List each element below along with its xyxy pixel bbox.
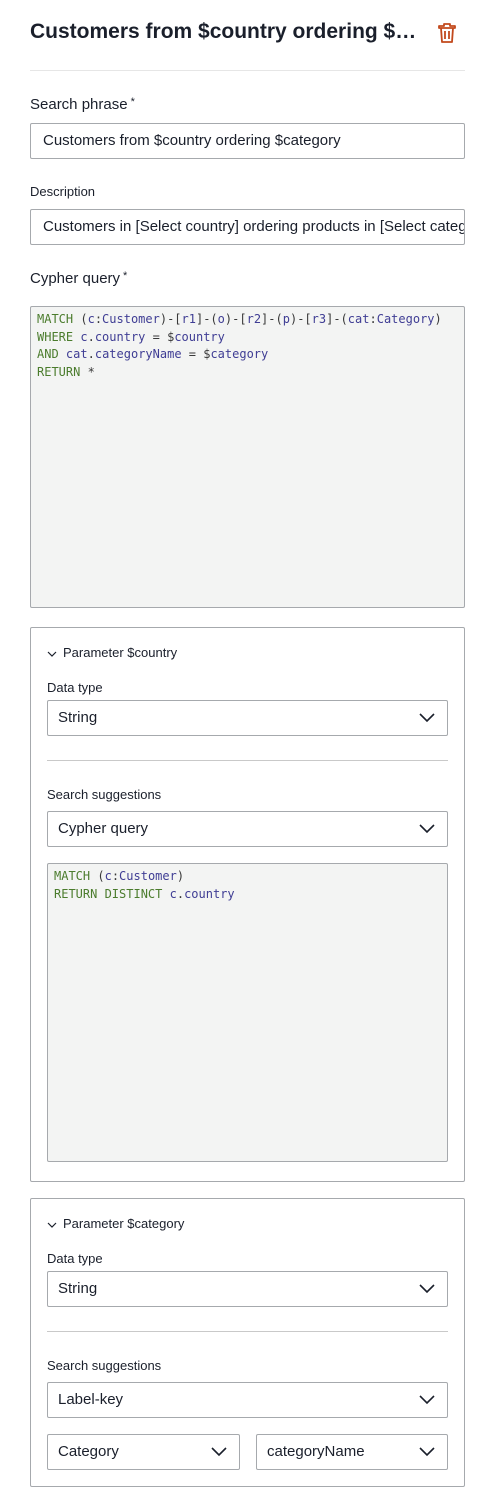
code-token: country bbox=[184, 886, 235, 901]
data-type-label: Data type bbox=[47, 1251, 103, 1266]
code-line: RETURN DISTINCT c.country bbox=[54, 886, 441, 904]
label-select[interactable]: Category bbox=[47, 1434, 240, 1470]
chevron-down-icon bbox=[419, 1447, 435, 1457]
divider bbox=[47, 1331, 448, 1332]
page-title: Customers from $country ordering $catego… bbox=[30, 20, 425, 43]
key-value: categoryName bbox=[267, 1443, 365, 1460]
code-token: = $ bbox=[181, 347, 211, 361]
code-token: cat bbox=[65, 347, 88, 361]
description-label: Description bbox=[30, 184, 96, 199]
code-token: ]-( bbox=[261, 312, 283, 326]
parameter-category-toggle[interactable]: Parameter $category bbox=[47, 1216, 184, 1231]
code-token: Customer bbox=[119, 869, 177, 883]
description-input[interactable]: Customers in [Select country] ordering p… bbox=[30, 209, 465, 245]
divider bbox=[47, 760, 448, 761]
data-type-select[interactable]: String bbox=[47, 700, 448, 736]
data-type-value: String bbox=[58, 709, 98, 726]
page-header: Customers from $country ordering $catego… bbox=[30, 14, 465, 71]
label-value: Category bbox=[58, 1443, 119, 1460]
code-line: MATCH (c:Customer)-[r1]-(o)-[r2]-(p)-[r3… bbox=[37, 311, 458, 329]
chevron-down-icon bbox=[419, 1395, 435, 1405]
code-token: c bbox=[87, 312, 95, 326]
search-suggestions-select[interactable]: Label-key bbox=[47, 1382, 448, 1418]
code-token: cat bbox=[347, 312, 370, 326]
code-token: ) bbox=[434, 312, 442, 326]
chevron-down-icon bbox=[419, 1284, 435, 1294]
search-phrase-label-text: Search phrase bbox=[30, 96, 128, 113]
search-suggestions-select[interactable]: Cypher query bbox=[47, 811, 448, 847]
code-token: )-[ bbox=[289, 312, 312, 326]
code-line: MATCH (c:Customer) bbox=[54, 868, 441, 886]
data-type-select[interactable]: String bbox=[47, 1271, 448, 1307]
code-token: . bbox=[176, 886, 185, 901]
code-token: )-[ bbox=[224, 312, 247, 326]
required-mark: * bbox=[123, 270, 128, 282]
code-token: c bbox=[104, 869, 112, 883]
search-phrase-label: Search phrase * bbox=[30, 96, 135, 113]
chevron-down-icon bbox=[47, 1222, 57, 1228]
code-token: Customer bbox=[102, 312, 160, 326]
code-token: MATCH bbox=[37, 312, 74, 326]
code-token: = $ bbox=[145, 329, 175, 344]
code-token: : bbox=[111, 869, 120, 883]
code-token: MATCH bbox=[54, 869, 91, 883]
code-token: AND bbox=[37, 347, 59, 361]
code-token: . bbox=[87, 329, 95, 344]
code-token: c bbox=[80, 329, 88, 344]
chevron-down-icon bbox=[419, 713, 435, 723]
cypher-query-label: Cypher query * bbox=[30, 270, 127, 287]
code-token: ) bbox=[176, 869, 185, 883]
data-type-label: Data type bbox=[47, 680, 103, 695]
code-token: ( bbox=[73, 312, 88, 326]
search-suggestions-value: Label-key bbox=[58, 1391, 124, 1408]
parameter-country-panel: Parameter $country Data type String Sear… bbox=[30, 627, 465, 1182]
code-token: ]-( bbox=[195, 312, 218, 326]
code-token: RETURN bbox=[37, 364, 81, 379]
code-token: * bbox=[80, 364, 95, 379]
search-suggestions-label: Search suggestions bbox=[47, 1358, 162, 1373]
code-token: : bbox=[94, 312, 103, 326]
code-token: . bbox=[87, 347, 95, 361]
chevron-down-icon bbox=[47, 651, 57, 657]
parameter-category-panel: Parameter $category Data type String Sea… bbox=[30, 1198, 465, 1487]
code-token: WHERE bbox=[37, 329, 74, 344]
suggestions-cypher-editor[interactable]: MATCH (c:Customer) RETURN DISTINCT c.coun… bbox=[47, 863, 448, 1162]
parameter-country-toggle[interactable]: Parameter $country bbox=[47, 645, 177, 660]
code-token: ( bbox=[90, 869, 105, 883]
chevron-down-icon bbox=[211, 1447, 227, 1457]
search-suggestions-value: Cypher query bbox=[58, 820, 149, 837]
code-token: )-[ bbox=[159, 312, 182, 326]
code-token: p bbox=[282, 312, 290, 326]
search-suggestions-label: Search suggestions bbox=[47, 787, 162, 802]
code-token: country bbox=[94, 329, 146, 344]
chevron-down-icon bbox=[419, 824, 435, 834]
parameter-category-title: Parameter $category bbox=[63, 1216, 185, 1231]
code-token: categoryName bbox=[94, 347, 182, 361]
code-token: ]-( bbox=[326, 312, 348, 326]
code-token: o bbox=[217, 312, 225, 326]
code-line: WHERE c.country = $country bbox=[37, 329, 458, 347]
code-token: r3 bbox=[311, 312, 327, 326]
code-token: r2 bbox=[246, 312, 262, 326]
code-token: Category bbox=[376, 312, 435, 326]
code-token: RETURN DISTINCT bbox=[54, 886, 163, 901]
data-type-value: String bbox=[58, 1280, 98, 1297]
code-token: : bbox=[369, 312, 377, 326]
code-line: RETURN * bbox=[37, 364, 458, 382]
code-token: r1 bbox=[181, 312, 196, 326]
cypher-query-label-text: Cypher query bbox=[30, 270, 121, 287]
key-select[interactable]: categoryName bbox=[256, 1434, 448, 1470]
code-line: AND cat.categoryName = $category bbox=[37, 346, 458, 364]
trash-icon[interactable] bbox=[437, 22, 457, 44]
required-mark: * bbox=[130, 96, 135, 108]
code-token: country bbox=[174, 329, 225, 344]
parameter-country-title: Parameter $country bbox=[63, 645, 178, 660]
code-token: c bbox=[169, 886, 177, 901]
code-token: category bbox=[210, 347, 269, 361]
search-phrase-input[interactable]: Customers from $country ordering $catego… bbox=[30, 123, 465, 159]
cypher-query-editor[interactable]: MATCH (c:Customer)-[r1]-(o)-[r2]-(p)-[r3… bbox=[30, 306, 465, 608]
